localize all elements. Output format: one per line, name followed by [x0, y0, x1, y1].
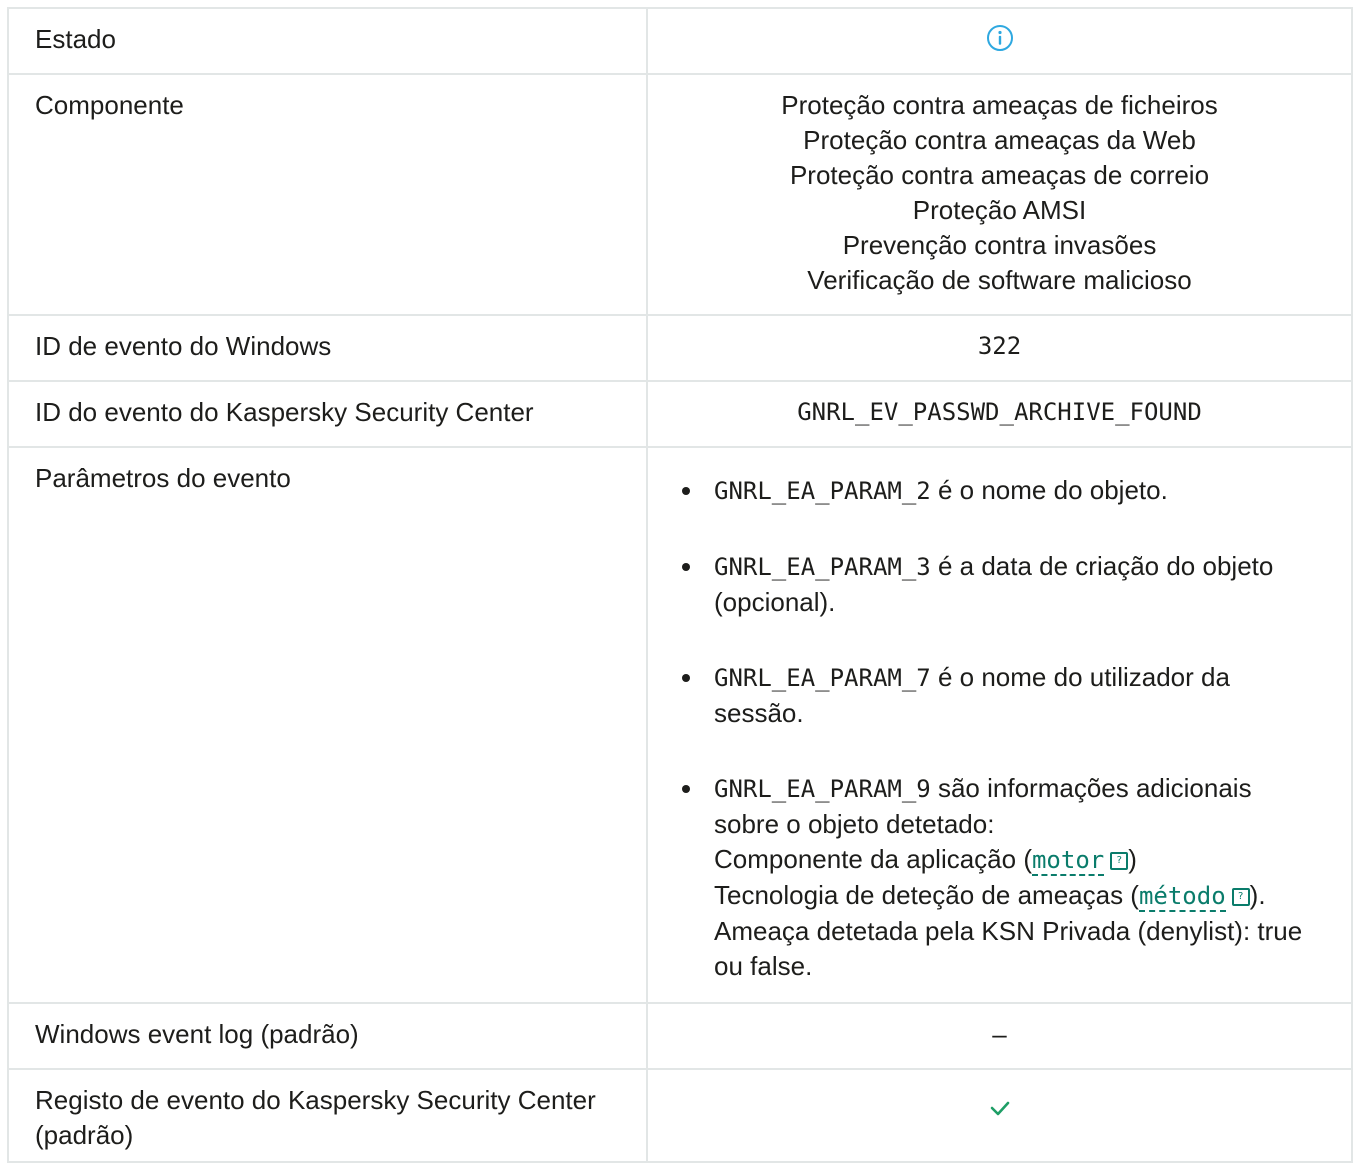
event-parameters: GNRL_EA_PARAM_2 é o nome do objeto. GNRL…: [646, 446, 1353, 1004]
table-row: Parâmetros do evento GNRL_EA_PARAM_2 é o…: [7, 446, 1353, 1004]
component-item: Prevenção contra invasões: [842, 230, 1157, 260]
windows-log-value: –: [646, 1002, 1353, 1070]
list-item: GNRL_EA_PARAM_7 é o nome do utilizador d…: [674, 660, 1321, 731]
event-details-table: Estado Componente Proteção contra ameaça…: [7, 7, 1353, 1163]
component-item: Proteção contra ameaças de ficheiros: [781, 90, 1218, 120]
row-label: Componente: [7, 73, 648, 316]
method-line-prefix: Tecnologia de deteção de ameaças (: [714, 880, 1139, 910]
ksn-line: Ameaça detetada pela KSN Privada (denyli…: [714, 916, 1303, 981]
bullet-icon: [682, 785, 690, 793]
component-list: Proteção contra ameaças de ficheiros Pro…: [646, 73, 1353, 316]
component-item: Proteção contra ameaças de correio: [789, 160, 1210, 190]
engine-line-prefix: Componente da aplicação (: [714, 844, 1032, 874]
table-row: Registo de evento do Kaspersky Security …: [7, 1068, 1353, 1163]
param-code: GNRL_EA_PARAM_2: [714, 477, 931, 505]
parameter-list: GNRL_EA_PARAM_2 é o nome do objeto. GNRL…: [674, 461, 1321, 986]
bullet-icon: [682, 674, 690, 682]
motor-term-link[interactable]: motor: [1031, 846, 1105, 876]
table-row: ID do evento do Kaspersky Security Cente…: [7, 380, 1353, 448]
list-item: GNRL_EA_PARAM_3 é a data de criação do o…: [674, 549, 1321, 620]
table-row: Windows event log (padrão) –: [7, 1002, 1353, 1070]
method-line-suffix: ).: [1249, 880, 1266, 910]
component-item: Proteção contra ameaças da Web: [803, 125, 1196, 155]
table-row: Estado: [7, 7, 1353, 75]
list-item: GNRL_EA_PARAM_2 é o nome do objeto.: [674, 461, 1321, 509]
bullet-icon: [682, 487, 690, 495]
checkmark-icon: [989, 1093, 1011, 1116]
param-code: GNRL_EA_PARAM_7: [714, 664, 931, 692]
row-label: Windows event log (padrão): [7, 1002, 648, 1070]
windows-event-id: 322: [646, 314, 1353, 382]
component-item: Verificação de software malicioso: [807, 265, 1192, 295]
metodo-term-link[interactable]: método: [1138, 882, 1226, 912]
list-item: GNRL_EA_PARAM_9 são informações adiciona…: [674, 771, 1321, 986]
row-value: [646, 1068, 1353, 1163]
param-desc: é o nome do objeto.: [930, 475, 1168, 505]
param-code: GNRL_EA_PARAM_3: [714, 553, 931, 581]
component-item: Proteção AMSI: [912, 195, 1087, 225]
row-label: Parâmetros do evento: [7, 446, 648, 1004]
table-row: Componente Proteção contra ameaças de fi…: [7, 73, 1353, 316]
engine-line-suffix: ): [1128, 844, 1137, 874]
row-label: Estado: [7, 7, 648, 75]
row-value: [646, 7, 1353, 75]
ksc-event-id: GNRL_EV_PASSWD_ARCHIVE_FOUND: [646, 380, 1353, 448]
row-label: ID do evento do Kaspersky Security Cente…: [7, 380, 648, 448]
row-label: Registo de evento do Kaspersky Security …: [7, 1068, 648, 1163]
info-circle-icon: [985, 23, 1015, 53]
table-row: ID de evento do Windows 322: [7, 314, 1353, 382]
help-icon[interactable]: ?: [1231, 888, 1250, 907]
bullet-icon: [682, 563, 690, 571]
param-code: GNRL_EA_PARAM_9: [714, 775, 931, 803]
help-icon[interactable]: ?: [1110, 852, 1129, 871]
row-label: ID de evento do Windows: [7, 314, 648, 382]
